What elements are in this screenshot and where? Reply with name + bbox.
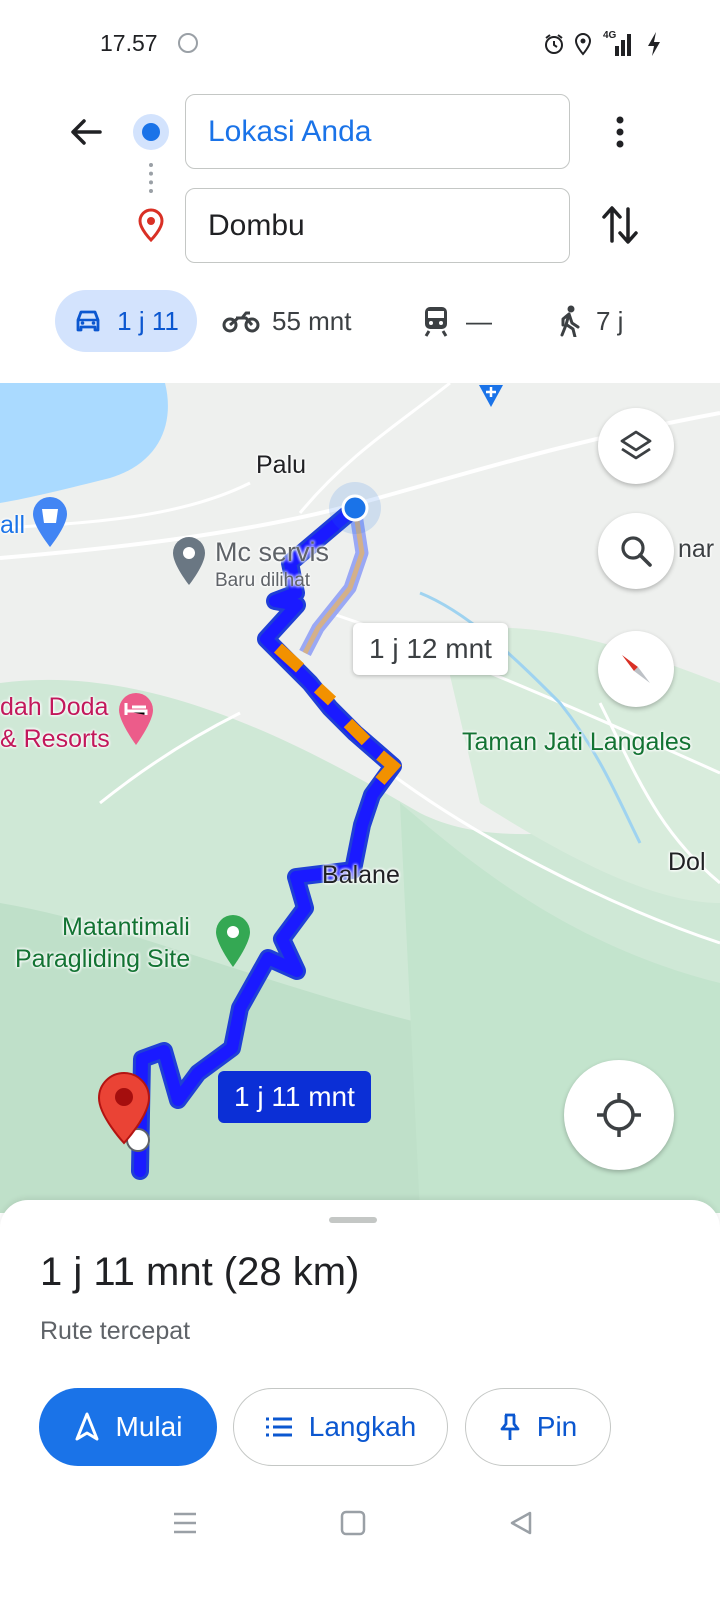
layers-icon	[620, 430, 652, 460]
mode-car-tab[interactable]: 1 j 11	[55, 290, 197, 352]
alt-route-time-label[interactable]: 1 j 12 mnt	[353, 623, 508, 675]
steps-label: Langkah	[308, 1411, 417, 1442]
recent-apps-icon[interactable]	[172, 1510, 198, 1536]
back-nav-icon[interactable]	[508, 1510, 534, 1536]
charging-icon	[648, 32, 660, 56]
pin-button[interactable]: Pin	[465, 1388, 611, 1466]
alt-route-time-text: 1 j 12 mnt	[369, 633, 492, 664]
place-label-right-partial-top[interactable]: nar	[678, 535, 714, 564]
place-label-mall[interactable]: all	[0, 511, 25, 540]
compass-button[interactable]	[598, 631, 674, 707]
status-time: 17.57	[100, 30, 158, 56]
steps-button[interactable]: Langkah	[233, 1388, 448, 1466]
mode-walk-label: 7 j	[596, 305, 624, 336]
origin-dot-inner	[142, 123, 160, 141]
list-icon	[265, 1417, 292, 1437]
recent-place-marker-icon[interactable]	[170, 535, 208, 589]
app-notification-icon	[178, 33, 198, 53]
start-navigation-button[interactable]: Mulai	[39, 1388, 217, 1466]
mode-walk-tab[interactable]: 7 j	[556, 290, 623, 352]
main-route-time-text: 1 j 11 mnt	[234, 1081, 355, 1112]
park-marker-icon[interactable]	[213, 913, 253, 971]
navigation-arrow-icon	[75, 1412, 99, 1441]
back-arrow-icon[interactable]	[66, 112, 106, 152]
pin-label: Pin	[536, 1411, 578, 1442]
place-label-mc-servis[interactable]: Mc servis	[215, 537, 329, 568]
search-along-route-button[interactable]	[598, 513, 674, 589]
mode-motorcycle-label: 55 mnt	[272, 305, 352, 336]
alarm-icon	[545, 34, 563, 54]
motorcycle-icon	[222, 311, 260, 333]
place-label-taman-jati[interactable]: Taman Jati Langales	[462, 728, 691, 757]
mode-car-label: 1 j 11	[117, 305, 179, 336]
route-summary-sheet[interactable]: 1 j 11 mnt (28 km) Rute tercepat Mulai L…	[0, 1200, 720, 1600]
place-label-matantimali-line1[interactable]: Matantimali	[62, 913, 190, 942]
walk-icon	[560, 305, 580, 337]
airport-marker-icon[interactable]	[476, 383, 506, 409]
location-status-icon	[574, 32, 592, 56]
hotel-marker-icon[interactable]	[116, 691, 156, 749]
mode-transit-tab[interactable]: —	[422, 290, 492, 352]
sheet-drag-handle[interactable]	[329, 1217, 377, 1223]
network-type-label: 4G	[603, 30, 617, 41]
route-summary-text: 1 j 11 mnt (28 km)	[40, 1250, 360, 1294]
destination-text: Dombu	[208, 208, 305, 242]
compass-icon	[622, 655, 650, 683]
train-icon	[424, 307, 448, 337]
place-label-matantimali-line2[interactable]: Paragliding Site	[15, 945, 190, 974]
place-label-right-partial-mid[interactable]: Dol	[668, 848, 706, 877]
car-icon	[76, 310, 100, 332]
home-icon[interactable]	[340, 1510, 366, 1536]
route-subtitle-text: Rute tercepat	[40, 1317, 191, 1345]
pin-icon	[500, 1413, 520, 1440]
main-route-time-label[interactable]: 1 j 11 mnt	[218, 1071, 371, 1123]
mode-motorcycle-tab[interactable]: 55 mnt	[222, 290, 352, 352]
place-label-resort-line1[interactable]: dah Doda	[0, 693, 108, 722]
destination-field[interactable]: Dombu	[185, 188, 570, 263]
layers-button[interactable]	[598, 408, 674, 484]
place-label-palu[interactable]: Palu	[256, 451, 306, 480]
mode-transit-label: —	[466, 305, 492, 336]
destination-marker-icon[interactable]	[96, 1071, 152, 1145]
signal-icon: 4G	[603, 30, 633, 56]
origin-text: Lokasi Anda	[208, 114, 372, 148]
more-options-icon[interactable]	[606, 114, 634, 150]
mall-marker-icon[interactable]	[30, 495, 70, 551]
place-label-mc-servis-sub: Baru dilihat	[215, 570, 311, 591]
place-label-balane[interactable]: Balane	[322, 861, 400, 890]
search-icon	[621, 536, 652, 567]
origin-field[interactable]: Lokasi Anda	[185, 94, 570, 169]
place-label-resort-line2[interactable]: & Resorts	[0, 725, 110, 754]
map-view[interactable]: Palu all Mc servis Baru dilihat dah Doda…	[0, 383, 720, 1213]
my-location-icon	[597, 1093, 641, 1137]
swap-icon[interactable]	[600, 203, 640, 247]
route-connector-dots	[149, 163, 157, 193]
destination-pin-icon	[138, 208, 164, 242]
start-navigation-label: Mulai	[115, 1411, 183, 1442]
recenter-button[interactable]	[564, 1060, 674, 1170]
